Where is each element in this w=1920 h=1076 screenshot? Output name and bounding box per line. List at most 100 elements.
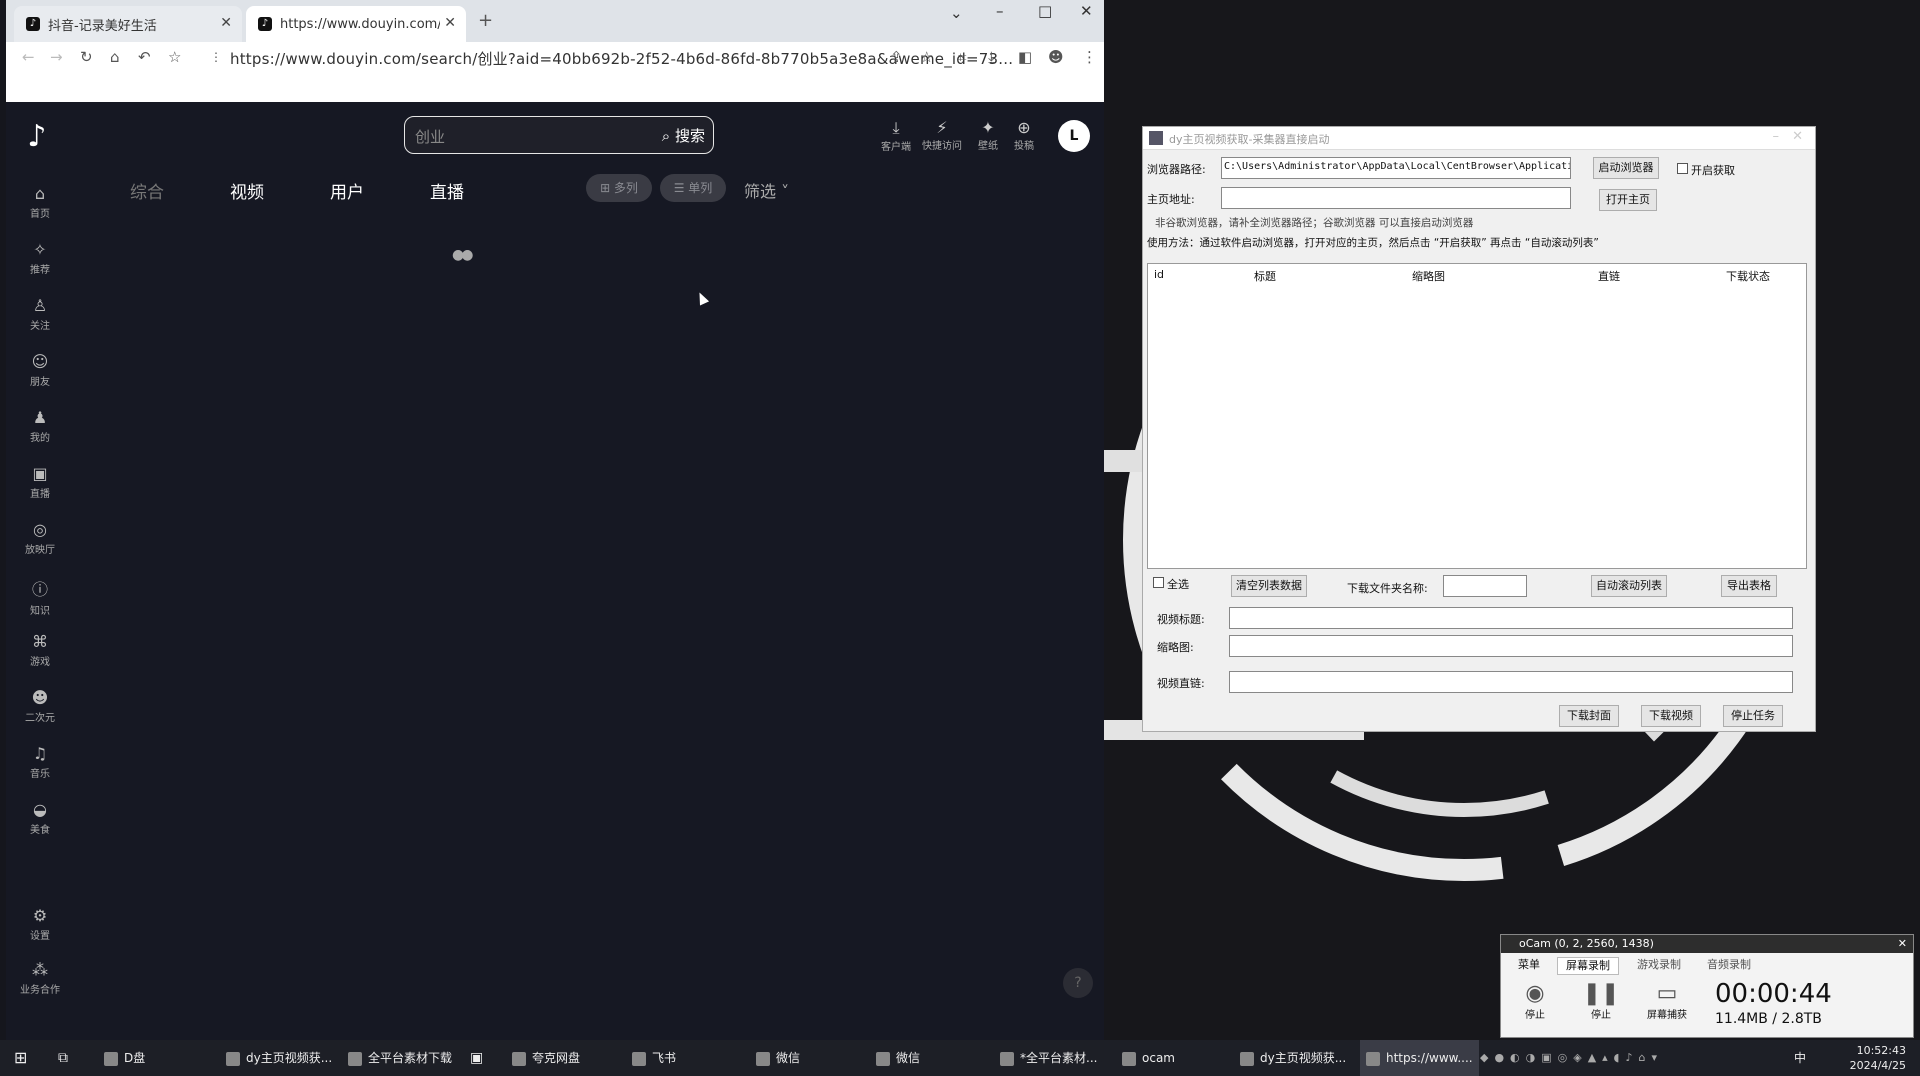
taskbar-item-dy-app[interactable]: dy主页视频获... bbox=[226, 1040, 332, 1076]
column-header-link[interactable]: 直链 bbox=[1598, 268, 1620, 284]
ocam-tab-screen-record[interactable]: 屏幕录制 bbox=[1557, 957, 1619, 975]
video-title-field[interactable] bbox=[1229, 607, 1793, 629]
system-tray-icons[interactable]: ◆●◐◑▣◎◈▲▴◖♪⌂▾ bbox=[1480, 1040, 1663, 1076]
upload-button[interactable]: ⊕ 投稿 bbox=[1002, 118, 1046, 152]
undo-icon[interactable]: ↶ bbox=[138, 48, 151, 66]
help-button[interactable]: ? bbox=[1063, 968, 1093, 998]
taskbar-item-all-platform[interactable]: 全平台素材下载 bbox=[348, 1040, 452, 1076]
maximize-button[interactable]: □ bbox=[1038, 2, 1052, 20]
browser-path-field[interactable]: C:\Users\Administrator\AppData\Local\Cen… bbox=[1221, 157, 1571, 179]
system-clock[interactable]: 10:52:43 2024/4/25 bbox=[1850, 1043, 1906, 1073]
ocam-pause-button[interactable]: ❚❚ 停止 bbox=[1581, 981, 1621, 1021]
taskbar-item-all-platform-2[interactable]: *全平台素材... bbox=[1000, 1040, 1097, 1076]
ocam-tab-audio-record[interactable]: 音频录制 bbox=[1699, 957, 1759, 973]
tab-comprehensive[interactable]: 综合 bbox=[130, 178, 164, 203]
sidebar-item-music[interactable]: ♫ 音乐 bbox=[12, 744, 68, 780]
search-input[interactable]: 创业 bbox=[415, 126, 445, 147]
sidebar-icon[interactable]: ◧ bbox=[1018, 48, 1032, 66]
tab-search-icon[interactable]: ⌄ bbox=[950, 4, 963, 22]
close-tab-icon[interactable]: ✕ bbox=[444, 15, 456, 31]
taskbar-item-wechat-1[interactable]: 微信 bbox=[756, 1040, 800, 1076]
sidebar-item-recommend[interactable]: ✧ 推荐 bbox=[12, 240, 68, 276]
bookmark-star-icon[interactable]: ☆ bbox=[168, 48, 181, 66]
close-icon[interactable]: ✕ bbox=[1898, 935, 1907, 953]
launch-browser-button[interactable]: 启动浏览器 bbox=[1593, 157, 1659, 179]
forward-icon[interactable]: → bbox=[50, 48, 63, 66]
menu-icon[interactable]: ⋮ bbox=[1082, 48, 1097, 66]
ocam-tab-menu[interactable]: 菜单 bbox=[1511, 957, 1547, 973]
share-icon[interactable]: ⇪ bbox=[890, 48, 903, 66]
new-tab-button[interactable]: + bbox=[478, 10, 493, 31]
quick-access-button[interactable]: ⚡ 快捷访问 bbox=[920, 118, 964, 152]
enable-fetch-checkbox[interactable] bbox=[1677, 163, 1688, 174]
browser-tab-douyin-home[interactable]: ♪ 抖音-记录美好生活 ✕ bbox=[14, 6, 242, 42]
taskbar-item-wechat-2[interactable]: 微信 bbox=[876, 1040, 920, 1076]
sidebar-item-friends[interactable]: ☺ 朋友 bbox=[12, 352, 68, 388]
start-button[interactable]: ⊞ bbox=[14, 1040, 27, 1076]
ime-indicator[interactable]: 中 bbox=[1794, 1040, 1806, 1076]
download-cover-button[interactable]: 下载封面 bbox=[1559, 705, 1619, 727]
store-icon[interactable]: ▣ bbox=[470, 1040, 483, 1076]
avatar[interactable]: L bbox=[1058, 120, 1090, 152]
taskbar-item-quark[interactable]: 夸克网盘 bbox=[512, 1040, 580, 1076]
sidebar-item-anime[interactable]: ☻ 二次元 bbox=[12, 688, 68, 724]
close-tab-icon[interactable]: ✕ bbox=[220, 15, 232, 31]
thumbnail-field[interactable] bbox=[1229, 635, 1793, 657]
tab-video[interactable]: 视频 bbox=[230, 178, 264, 203]
sidebar-item-business[interactable]: ⁂ 业务合作 bbox=[12, 960, 68, 996]
select-all-checkbox[interactable] bbox=[1153, 577, 1164, 588]
minimize-icon[interactable]: – bbox=[1773, 129, 1780, 144]
task-view-icon[interactable]: ⧉ bbox=[58, 1040, 68, 1076]
folder-name-field[interactable] bbox=[1443, 575, 1527, 597]
back-icon[interactable]: ← bbox=[22, 48, 35, 66]
taskbar-item-browser[interactable]: https://www.... bbox=[1360, 1040, 1479, 1076]
sidebar-item-settings[interactable]: ⚙ 设置 bbox=[12, 906, 68, 942]
tab-user[interactable]: 用户 bbox=[330, 178, 364, 203]
filter-dropdown[interactable]: 筛选 ˅ bbox=[744, 178, 789, 202]
douyin-logo[interactable]: ♪ bbox=[20, 120, 54, 154]
home-icon[interactable]: ⌂ bbox=[110, 48, 120, 66]
home-url-field[interactable] bbox=[1221, 187, 1571, 209]
export-table-button[interactable]: 导出表格 bbox=[1721, 575, 1777, 597]
column-header-id[interactable]: id bbox=[1154, 268, 1164, 281]
close-window-button[interactable]: ✕ bbox=[1080, 2, 1093, 20]
direct-link-field[interactable] bbox=[1229, 671, 1793, 693]
close-icon[interactable]: ✕ bbox=[1792, 129, 1803, 144]
browser-tab-search[interactable]: ♪ https://www.douyin.com/sea ✕ bbox=[246, 6, 466, 42]
ocam-capture-button[interactable]: ▭ 屏幕捕获 bbox=[1647, 981, 1687, 1021]
open-home-button[interactable]: 打开主页 bbox=[1599, 189, 1657, 211]
download-video-button[interactable]: 下载视频 bbox=[1641, 705, 1701, 727]
client-download-button[interactable]: ⤓ 客户端 bbox=[874, 118, 918, 153]
download-icon[interactable]: ⤓ bbox=[988, 48, 995, 66]
video-list-table[interactable]: id 标题 缩略图 直链 下载状态 bbox=[1147, 263, 1807, 569]
search-button[interactable]: ⌕ 搜索 bbox=[662, 125, 705, 146]
stop-task-button[interactable]: 停止任务 bbox=[1723, 705, 1783, 727]
crop-icon[interactable]: ⌗ bbox=[958, 48, 966, 66]
minimize-button[interactable]: – bbox=[996, 2, 1004, 20]
auto-scroll-button[interactable]: 自动滚动列表 bbox=[1591, 575, 1667, 597]
column-header-title[interactable]: 标题 bbox=[1254, 268, 1276, 284]
taskbar-item-d-drive[interactable]: D盘 bbox=[104, 1040, 145, 1076]
ocam-tab-game-record[interactable]: 游戏录制 bbox=[1629, 957, 1689, 973]
multi-column-toggle[interactable]: ⊞ 多列 bbox=[586, 174, 652, 202]
column-header-status[interactable]: 下载状态 bbox=[1726, 268, 1770, 284]
sidebar-item-cinema[interactable]: ◎ 放映厅 bbox=[12, 520, 68, 556]
sidebar-item-live[interactable]: ▣ 直播 bbox=[12, 464, 68, 500]
tab-live[interactable]: 直播 bbox=[430, 178, 464, 203]
search-box[interactable]: 创业 ⌕ 搜索 bbox=[404, 116, 714, 154]
sidebar-item-mine[interactable]: ♟ 我的 bbox=[12, 408, 68, 444]
sidebar-item-home[interactable]: ⌂ 首页 bbox=[12, 184, 68, 220]
column-header-thumbnail[interactable]: 缩略图 bbox=[1412, 268, 1445, 284]
sidebar-item-follow[interactable]: ♙ 关注 bbox=[12, 296, 68, 332]
ocam-stop-button[interactable]: ◉ 停止 bbox=[1515, 981, 1555, 1021]
sidebar-item-games[interactable]: ⌘ 游戏 bbox=[12, 632, 68, 668]
profile-icon[interactable]: ☻ bbox=[1048, 48, 1064, 66]
taskbar-item-ocam[interactable]: ocam bbox=[1122, 1040, 1175, 1076]
reload-icon[interactable]: ↻ bbox=[80, 48, 93, 66]
clear-list-button[interactable]: 清空列表数据 bbox=[1231, 575, 1307, 597]
taskbar-item-dy-app-2[interactable]: dy主页视频获... bbox=[1240, 1040, 1346, 1076]
sidebar-item-food[interactable]: ◒ 美食 bbox=[12, 800, 68, 836]
star-icon[interactable]: ☆ bbox=[920, 48, 933, 66]
taskbar-item-feishu[interactable]: 飞书 bbox=[632, 1040, 676, 1076]
sidebar-item-knowledge[interactable]: ⓘ 知识 bbox=[12, 576, 68, 617]
